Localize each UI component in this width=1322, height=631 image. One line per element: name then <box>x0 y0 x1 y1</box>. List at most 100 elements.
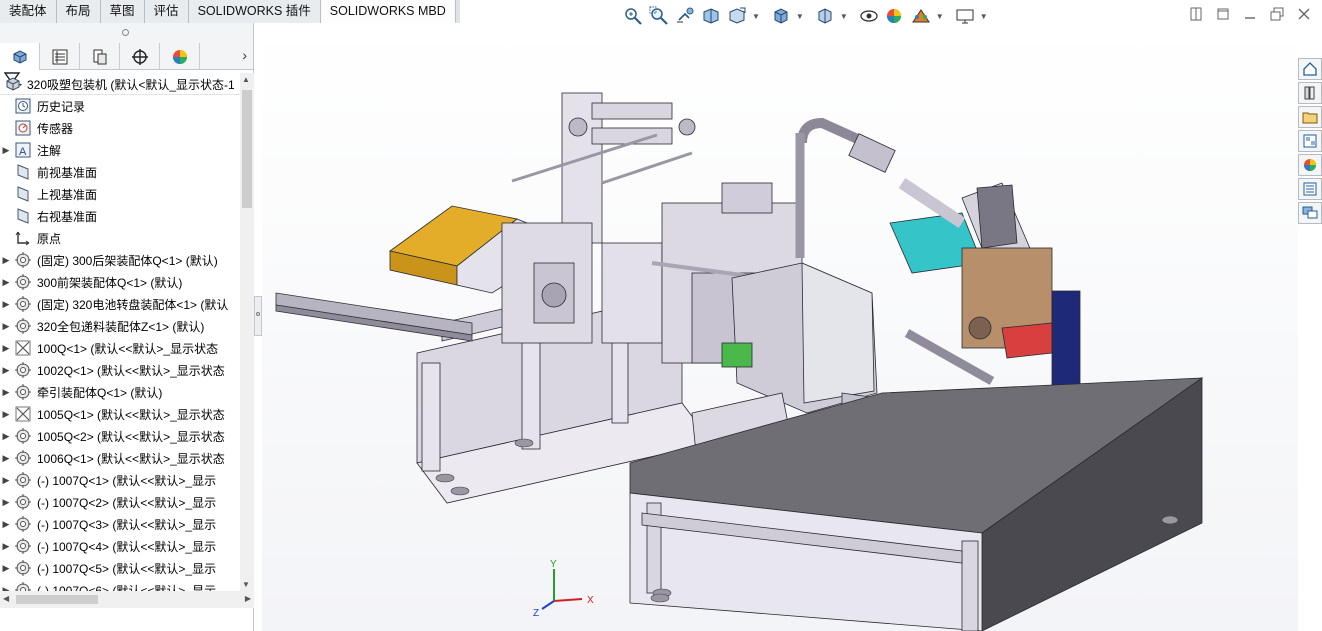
expand-arrow-icon[interactable]: ▶ <box>0 453 12 464</box>
minimize-icon[interactable] <box>1242 6 1258 22</box>
expand-arrow-icon[interactable]: ▶ <box>0 255 12 266</box>
previous-view-icon[interactable] <box>674 5 696 27</box>
appearances-scenes-icon[interactable] <box>1298 154 1322 176</box>
triad-z-axis <box>541 600 555 610</box>
coordinate-triad: X Y Z <box>533 559 594 619</box>
tree-item[interactable]: ▶ (固定) 320电池转盘装配体<1> (默认 <box>0 293 240 315</box>
expand-arrow-icon[interactable]: ▶ <box>0 343 12 354</box>
expand-arrow-icon[interactable]: ▶ <box>0 475 12 486</box>
tab-1[interactable]: 布局 <box>56 0 101 23</box>
view-orientation-icon[interactable] <box>770 5 792 27</box>
configurationmanager-icon[interactable] <box>80 43 120 70</box>
tree-vertical-scrollbar[interactable]: ▲ ▼ <box>240 73 254 591</box>
horizontal-scroll-thumb[interactable] <box>16 595 98 604</box>
zoom-to-fit-icon[interactable] <box>622 5 644 27</box>
forum-icon[interactable] <box>1298 202 1322 224</box>
expand-arrow-icon[interactable]: ▶ <box>0 541 12 552</box>
tree-item[interactable]: 前视基准面 <box>0 161 240 183</box>
expand-arrow-icon[interactable]: ▶ <box>0 387 12 398</box>
scroll-up-icon[interactable]: ▲ <box>242 75 250 84</box>
chevron-down-icon[interactable]: ▼ <box>936 12 944 21</box>
tab-2[interactable]: 草图 <box>100 0 145 23</box>
expand-arrow-icon[interactable]: ▶ <box>0 365 12 376</box>
tab-5[interactable]: SOLIDWORKS MBD <box>320 0 456 23</box>
scroll-left-icon[interactable]: ◀ <box>3 594 9 603</box>
graphics-area[interactable]: X Y Z <box>262 23 1298 631</box>
tree-item[interactable]: ▶ (-) 1007Q<1> (默认<<默认>_显示 <box>0 469 240 491</box>
tree-root-assembly[interactable]: 320吸塑包装机 (默认<默认_显示状态-1 <box>0 73 240 95</box>
chevron-right-icon[interactable]: › <box>242 47 247 63</box>
tree-item[interactable]: ▶ A 注解 <box>0 139 240 161</box>
expand-arrow-icon[interactable]: ▶ <box>0 277 12 288</box>
display-style-icon[interactable] <box>814 5 836 27</box>
tree-item[interactable]: 历史记录 <box>0 95 240 117</box>
tree-item[interactable]: 原点 <box>0 227 240 249</box>
expand-arrow-icon[interactable]: ▶ <box>0 299 12 310</box>
section-view-icon[interactable] <box>700 5 722 27</box>
chevron-down-icon[interactable]: ▼ <box>980 12 988 21</box>
expand-arrow-icon[interactable]: ▶ <box>0 321 12 332</box>
tree-item[interactable]: ▶ 1002Q<1> (默认<<默认>_显示状态 <box>0 359 240 381</box>
tree-item[interactable]: ▶ (-) 1007Q<5> (默认<<默认>_显示 <box>0 557 240 579</box>
edit-appearance-icon[interactable] <box>884 5 906 27</box>
tree-item[interactable]: ▶ 320全包递料装配体Z<1> (默认) <box>0 315 240 337</box>
solidworks-resources-icon[interactable] <box>1298 58 1322 80</box>
dynamic-annotation-icon[interactable] <box>726 5 748 27</box>
design-library-icon[interactable] <box>1298 82 1322 104</box>
display-manager-icon[interactable] <box>160 43 200 70</box>
expand-arrow-icon[interactable]: ▶ <box>0 497 12 508</box>
tree-item[interactable]: ▶ 1005Q<1> (默认<<默认>_显示状态 <box>0 403 240 425</box>
expand-arrow-icon[interactable]: ▶ <box>0 431 12 442</box>
featuremanager-icon[interactable] <box>0 43 40 70</box>
chevron-down-icon[interactable]: ▼ <box>752 12 760 21</box>
expand-arrow-icon[interactable]: ▶ <box>0 145 12 156</box>
view-palette-icon[interactable] <box>1298 130 1322 152</box>
tree-item[interactable]: ▶ (-) 1007Q<2> (默认<<默认>_显示 <box>0 491 240 513</box>
tree-item[interactable]: 右视基准面 <box>0 205 240 227</box>
apply-scene-icon[interactable] <box>910 5 932 27</box>
assembly-model[interactable] <box>262 23 1298 631</box>
tree-horizontal-scrollbar[interactable]: ◀ ▶ <box>0 591 254 608</box>
tree-item-label: (-) 1007Q<6> (默认<<默认>_显示 <box>37 583 217 592</box>
tree-item[interactable]: ▶ 300前架装配体Q<1> (默认) <box>0 271 240 293</box>
custom-properties-icon[interactable] <box>1298 178 1322 200</box>
panel-grip[interactable] <box>0 23 253 43</box>
tile-icon[interactable] <box>1188 6 1204 22</box>
close-icon[interactable] <box>1296 6 1312 22</box>
hide-show-items-icon[interactable] <box>858 5 880 27</box>
tree-item-label: 右视基准面 <box>37 209 98 224</box>
plane-icon <box>14 163 32 181</box>
scroll-down-icon[interactable]: ▼ <box>242 580 250 589</box>
chevron-down-icon[interactable]: ▼ <box>796 12 804 21</box>
panel-collapse-handle[interactable] <box>254 296 262 336</box>
scroll-right-icon[interactable]: ▶ <box>245 594 251 603</box>
expand-arrow-icon[interactable]: ▶ <box>0 563 12 574</box>
tab-0[interactable]: 装配体 <box>0 0 57 23</box>
dimxpert-icon[interactable] <box>120 43 160 70</box>
file-explorer-icon[interactable] <box>1298 106 1322 128</box>
tree-item-label: (-) 1007Q<3> (默认<<默认>_显示 <box>37 517 217 532</box>
maximize-icon[interactable] <box>1269 6 1285 22</box>
tab-4[interactable]: SOLIDWORKS 插件 <box>188 0 321 23</box>
expand-arrow-icon[interactable]: ▶ <box>0 519 12 530</box>
subassembly-icon <box>14 537 32 555</box>
tree-item[interactable]: 传感器 <box>0 117 240 139</box>
vertical-scroll-thumb[interactable] <box>242 90 252 208</box>
tree-item[interactable]: ▶ (固定) 300后架装配体Q<1> (默认) <box>0 249 240 271</box>
tree-item[interactable]: ▶ (-) 1007Q<3> (默认<<默认>_显示 <box>0 513 240 535</box>
tree-item[interactable]: ▶ 100Q<1> (默认<<默认>_显示状态 <box>0 337 240 359</box>
expand-arrow-icon[interactable]: ▶ <box>0 409 12 420</box>
tree-item[interactable]: ▶ 1006Q<1> (默认<<默认>_显示状态 <box>0 447 240 469</box>
propertymanager-icon[interactable] <box>40 43 80 70</box>
tree-item[interactable]: ▶ (-) 1007Q<4> (默认<<默认>_显示 <box>0 535 240 557</box>
zoom-to-area-icon[interactable] <box>648 5 670 27</box>
tree-item[interactable]: ▶ 1005Q<2> (默认<<默认>_显示状态 <box>0 425 240 447</box>
tab-3[interactable]: 评估 <box>144 0 189 23</box>
restore-icon[interactable] <box>1215 6 1231 22</box>
triad-z-label: Z <box>533 608 539 619</box>
tree-item[interactable]: ▶ (-) 1007Q<6> (默认<<默认>_显示 <box>0 579 240 591</box>
tree-item[interactable]: 上视基准面 <box>0 183 240 205</box>
tree-item[interactable]: ▶ 牵引装配体Q<1> (默认) <box>0 381 240 403</box>
chevron-down-icon[interactable]: ▼ <box>840 12 848 21</box>
view-settings-icon[interactable] <box>954 5 976 27</box>
